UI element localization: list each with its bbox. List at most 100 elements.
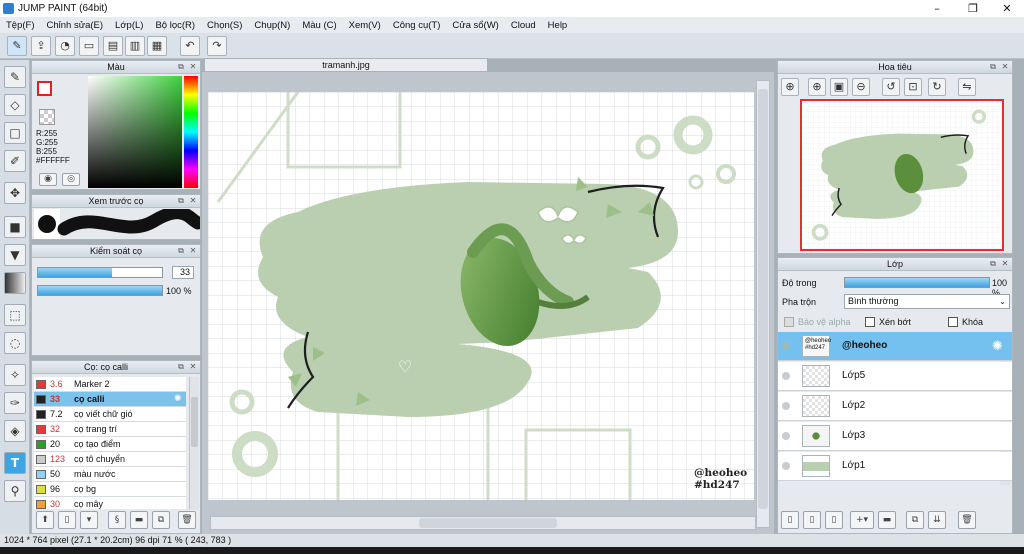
duplicate-layer-icon[interactable]: ⧉ bbox=[906, 511, 924, 529]
trash-icon[interactable]: 🗑 bbox=[958, 511, 976, 529]
brush-size-slider[interactable] bbox=[37, 267, 163, 278]
document-icon[interactable]: ▤ bbox=[103, 36, 123, 56]
brush-item[interactable]: 96 cọ bg bbox=[34, 482, 186, 497]
undo-icon[interactable]: ↶ bbox=[180, 36, 200, 56]
merge-layer-icon[interactable]: ⇊ bbox=[928, 511, 946, 529]
duplicate-icon[interactable]: ⧉ bbox=[152, 511, 170, 529]
layer-row[interactable]: Lớp1 bbox=[778, 452, 1012, 481]
menu-window[interactable]: Cửa sổ(W) bbox=[446, 20, 504, 31]
menu-file[interactable]: Tệp(F) bbox=[0, 20, 41, 31]
brush-opacity-slider[interactable] bbox=[37, 285, 163, 296]
menu-tools[interactable]: Công cụ(T) bbox=[387, 20, 447, 31]
page-icon[interactable]: ▥ bbox=[125, 36, 145, 56]
layer-row[interactable]: Lớp5 bbox=[778, 362, 1012, 391]
brush-item[interactable]: 20 cọ tạo điểm bbox=[34, 437, 186, 452]
chat-icon[interactable]: ▭ bbox=[79, 36, 99, 56]
layer-row[interactable]: Lớp2 bbox=[778, 392, 1012, 421]
navigator-preview[interactable] bbox=[800, 99, 1004, 251]
brush-settings-icon[interactable]: § bbox=[108, 511, 126, 529]
menu-color[interactable]: Màu (C) bbox=[296, 20, 342, 31]
rotate-left-icon[interactable]: ↺ bbox=[882, 78, 900, 96]
zoom-in-icon[interactable]: ⊕ bbox=[808, 78, 826, 96]
magic-wand-icon[interactable]: ✧ bbox=[4, 364, 26, 386]
brush-icon[interactable]: ✐ bbox=[4, 150, 26, 172]
reset-view-icon[interactable]: ⊡ bbox=[904, 78, 922, 96]
brush-item[interactable]: 50 màu nước bbox=[34, 467, 186, 482]
select-eraser-icon[interactable]: ◈ bbox=[4, 420, 26, 442]
horizontal-scrollbar[interactable] bbox=[210, 516, 756, 530]
layer-row-selected[interactable]: @heoheo #hd247 @heoheo ✺ bbox=[778, 332, 1012, 361]
fill-rect-icon[interactable]: ■ bbox=[4, 216, 26, 238]
lock-checkbox[interactable] bbox=[948, 317, 958, 327]
transparent-color-swatch[interactable] bbox=[39, 109, 55, 125]
brush-size-value[interactable]: 33 bbox=[172, 266, 194, 279]
brush-list-scrollbar[interactable] bbox=[189, 377, 199, 509]
lasso-icon[interactable]: ◌ bbox=[4, 332, 26, 354]
protect-alpha-checkbox[interactable] bbox=[784, 317, 794, 327]
gradient-icon[interactable] bbox=[4, 272, 26, 294]
close-icon[interactable]: ✕ bbox=[188, 246, 198, 256]
download-brush-icon[interactable]: ⬆ bbox=[36, 511, 54, 529]
document-tab[interactable]: tramanh.jpg bbox=[204, 58, 488, 72]
scrollbar-thumb[interactable] bbox=[191, 397, 198, 447]
minimize-button[interactable]: – bbox=[920, 0, 954, 17]
new-layer-8bit-icon[interactable]: ▯ bbox=[825, 511, 843, 529]
visibility-icon[interactable] bbox=[782, 342, 790, 350]
delete-brush-icon[interactable]: 🗑 bbox=[178, 511, 196, 529]
rotate-right-icon[interactable]: ↻ bbox=[928, 78, 946, 96]
brush-item[interactable]: 32 cọ trang trí bbox=[34, 422, 186, 437]
fit-window-icon[interactable]: ▣ bbox=[830, 78, 848, 96]
menu-select[interactable]: Chọn(S) bbox=[201, 20, 248, 31]
undock-icon[interactable]: ⧉ bbox=[176, 246, 186, 256]
menu-layer[interactable]: Lớp(L) bbox=[109, 20, 149, 31]
color-picker-button[interactable]: ◎ bbox=[62, 173, 80, 186]
visibility-icon[interactable] bbox=[782, 402, 790, 410]
brush-item[interactable]: 7.2 cọ viết chữ gió bbox=[34, 407, 186, 422]
redo-icon[interactable]: ↷ bbox=[207, 36, 227, 56]
eyedropper-icon[interactable]: ⚲ bbox=[4, 480, 26, 502]
visibility-icon[interactable] bbox=[782, 372, 790, 380]
menu-help[interactable]: Help bbox=[542, 20, 574, 31]
brush-type-icon[interactable]: ▾ bbox=[80, 511, 98, 529]
scrollbar-thumb[interactable] bbox=[758, 89, 768, 509]
zoom-out-icon[interactable]: ⊖ bbox=[852, 78, 870, 96]
scrollbar-thumb[interactable] bbox=[419, 518, 557, 528]
new-layer-alt-icon[interactable]: ▯ bbox=[803, 511, 821, 529]
undock-icon[interactable]: ⧉ bbox=[988, 259, 998, 269]
menu-edit[interactable]: Chỉnh sửa(E) bbox=[41, 20, 110, 31]
close-icon[interactable]: ✕ bbox=[188, 62, 198, 72]
layer-opacity-slider[interactable] bbox=[844, 277, 990, 288]
hue-slider[interactable] bbox=[184, 76, 198, 188]
close-icon[interactable]: ✕ bbox=[188, 196, 198, 206]
folder-icon[interactable]: ▬ bbox=[130, 511, 148, 529]
eraser-icon[interactable]: ◇ bbox=[4, 94, 26, 116]
brush-item[interactable]: 3.6 Marker 2 bbox=[34, 377, 186, 392]
undock-icon[interactable]: ⧉ bbox=[988, 62, 998, 72]
vertical-scrollbar[interactable] bbox=[756, 80, 770, 528]
text-icon[interactable]: T bbox=[4, 452, 26, 474]
zoom-fit-icon[interactable]: ⊕ bbox=[781, 78, 799, 96]
maximize-button[interactable]: ❐ bbox=[956, 0, 990, 17]
primary-color-swatch[interactable] bbox=[37, 81, 52, 96]
select-pen-icon[interactable]: ✑ bbox=[4, 392, 26, 414]
menu-capture[interactable]: Chụp(N) bbox=[248, 20, 296, 31]
bucket-icon[interactable]: ▼ bbox=[4, 244, 26, 266]
blend-mode-select[interactable]: Bình thường ⌄ bbox=[844, 294, 1010, 309]
gear-icon[interactable]: ✺ bbox=[174, 392, 182, 407]
flip-icon[interactable]: ⇋ bbox=[958, 78, 976, 96]
pen-icon[interactable]: ✎ bbox=[4, 66, 26, 88]
menu-view[interactable]: Xem(V) bbox=[343, 20, 387, 31]
layer-row[interactable]: Lớp3 bbox=[778, 422, 1012, 451]
cloud-sync-icon[interactable]: ✎ bbox=[7, 36, 27, 56]
visibility-icon[interactable] bbox=[782, 432, 790, 440]
artwork-canvas[interactable]: ♡ @heoheo #hd247 bbox=[208, 92, 754, 500]
undock-icon[interactable]: ⧉ bbox=[176, 196, 186, 206]
select-rect-icon[interactable]: ⬚ bbox=[4, 304, 26, 326]
new-brush-icon[interactable]: ▯ bbox=[58, 511, 76, 529]
clipping-checkbox[interactable] bbox=[865, 317, 875, 327]
brush-item[interactable]: 123 cọ tô chuyển bbox=[34, 452, 186, 467]
brush-item-selected[interactable]: 33 cọ calli ✺ bbox=[34, 392, 186, 407]
new-layer-icon[interactable]: ▯ bbox=[781, 511, 799, 529]
share-icon[interactable]: ⇪ bbox=[31, 36, 51, 56]
menu-cloud[interactable]: Cloud bbox=[505, 20, 542, 31]
